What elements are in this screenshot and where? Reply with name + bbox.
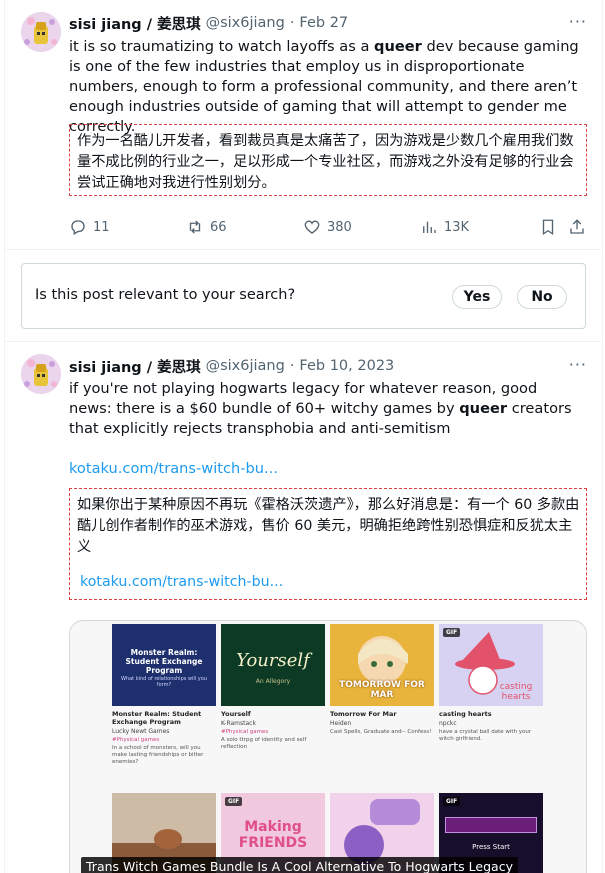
translation-text: 如果你出于某种原因不再玩《霍格沃茨遗产》，那么好消息是：有一个 60 多款由酷儿…: [77, 497, 580, 555]
avatar[interactable]: [21, 354, 61, 394]
bookmark-button[interactable]: [539, 218, 563, 236]
link-preview-card[interactable]: Monster Realm: Student Exchange Program …: [69, 620, 587, 873]
article-link[interactable]: kotaku.com/trans-witch-bu...: [69, 459, 584, 479]
thumb-title: Press Start: [472, 843, 510, 851]
game-description: have a crystal ball date with your witch…: [439, 729, 532, 742]
repost-count: 66: [210, 219, 227, 235]
game-thumbnail: casting hearts GIF: [439, 624, 543, 706]
game-thumbnail: Monster Realm: Student Exchange Program …: [112, 624, 216, 706]
display-name[interactable]: sisi jiang / 姜思琪: [69, 13, 201, 34]
more-options-icon[interactable]: ···: [569, 12, 587, 31]
game-description: Cast Spells, Graduate and-- Confess!: [330, 729, 432, 735]
like-count: 380: [327, 219, 352, 235]
avatar[interactable]: [21, 12, 61, 52]
gif-badge: GIF: [443, 628, 461, 637]
thumb-subtitle: An Allegory: [255, 678, 291, 685]
game-title: Yourself: [221, 710, 251, 718]
avatar-image: [21, 354, 61, 394]
relevance-question: Is this post relevant to your search?: [35, 287, 296, 303]
link-card-caption[interactable]: Trans Witch Games Bundle Is A Cool Alter…: [81, 857, 518, 873]
more-options-icon[interactable]: ···: [569, 355, 587, 374]
highlighted-term: queer: [374, 38, 422, 55]
reply-icon: [71, 220, 85, 235]
thumb-title: TOMORROW FOR MAR: [339, 680, 425, 700]
gif-badge: GIF: [225, 797, 243, 806]
highlighted-term: queer: [459, 400, 508, 417]
game-title: Tomorrow For Mar: [330, 710, 397, 718]
repost-button[interactable]: 66: [186, 218, 227, 236]
translation-text: 作为一名酷儿开发者，看到裁员真是太痛苦了，因为游戏是少数几个雇用我们数量不成比例…: [77, 133, 574, 191]
avatar-image: [21, 12, 61, 52]
game-title: casting hearts: [439, 710, 492, 718]
game-description: In a school of monsters, will you make l…: [112, 745, 204, 765]
translation-link[interactable]: kotaku.com/trans-witch-bu...: [80, 572, 580, 593]
game-studio: K-Ramstack: [221, 720, 256, 727]
game-studio: Lucky Newt Games: [112, 728, 170, 735]
timestamp[interactable]: Feb 10, 2023: [299, 358, 394, 374]
game-tag: #Physical games: [112, 737, 160, 743]
tweet-text: it is so traumatizing to watch layoffs a…: [69, 37, 584, 137]
game-tag: #Physical games: [221, 729, 269, 735]
repost-icon: [189, 220, 201, 234]
share-button[interactable]: [568, 218, 592, 236]
game-description: A solo ttrpg of identity and self reflec…: [221, 737, 307, 750]
tweet-header: sisi jiang / 姜思琪 @six6jiang · Feb 10, 20…: [69, 356, 394, 376]
separator: ·: [289, 358, 295, 374]
translation-box: 作为一名酷儿开发者，看到裁员真是太痛苦了，因为游戏是少数几个雇用我们数量不成比例…: [69, 124, 587, 196]
views-icon: [423, 221, 436, 233]
game-item: casting hearts GIF casting hearts npckc …: [439, 624, 543, 743]
like-button[interactable]: 380: [303, 218, 352, 236]
game-item: Yourself An Allegory Yourself K-Ramstack…: [221, 624, 325, 751]
share-icon: [570, 219, 584, 234]
game-studio: Heiden: [330, 720, 352, 727]
views-button[interactable]: 13K: [420, 218, 469, 236]
divider: [4, 249, 601, 250]
game-studio: npckc: [439, 720, 457, 727]
tweet-header: sisi jiang / 姜思琪 @six6jiang · Feb 27: [69, 13, 348, 33]
game-item: Monster Realm: Student Exchange Program …: [112, 624, 216, 766]
reply-count: 11: [93, 219, 110, 235]
translation-box: 如果你出于某种原因不再玩《霍格沃茨遗产》，那么好消息是：有一个 60 多款由酷儿…: [69, 488, 587, 600]
thumb-title: Monster Realm: Student Exchange Program: [125, 648, 203, 675]
heart-icon: [304, 220, 320, 234]
game-logo: [445, 817, 537, 833]
text-part: it is so traumatizing to watch layoffs a…: [69, 38, 375, 55]
handle[interactable]: @six6jiang: [206, 15, 285, 31]
yes-button[interactable]: Yes: [452, 285, 502, 309]
game-thumbnail: TOMORROW FOR MAR: [330, 624, 434, 706]
handle[interactable]: @six6jiang: [206, 358, 285, 374]
timeline-border-left: [4, 0, 5, 873]
thumb-title: Making FRIENDS: [238, 819, 308, 851]
game-title: Monster Realm: Student Exchange Program: [112, 710, 202, 726]
divider: [4, 341, 601, 342]
gif-badge: GIF: [443, 797, 461, 806]
thumb-title: Yourself: [236, 650, 310, 671]
relevance-prompt: Is this post relevant to your search? Ye…: [21, 263, 586, 329]
timeline-border-right: [602, 0, 603, 873]
separator: ·: [289, 15, 295, 31]
reply-button[interactable]: 11: [69, 218, 110, 236]
display-name[interactable]: sisi jiang / 姜思琪: [69, 356, 201, 377]
view-count: 13K: [444, 219, 470, 235]
timestamp[interactable]: Feb 27: [299, 15, 348, 31]
game-thumbnail: Yourself An Allegory: [221, 624, 325, 706]
bookmark-icon: [542, 219, 554, 236]
tweet-text: if you're not playing hogwarts legacy fo…: [69, 379, 584, 439]
no-button[interactable]: No: [517, 285, 567, 309]
game-item: TOMORROW FOR MAR Tomorrow For Mar Heiden…: [330, 624, 434, 736]
thumb-subtitle: What kind of relationships will you form…: [121, 676, 207, 688]
tweet-actions: 11 66 380 13K: [69, 218, 587, 240]
thumb-title: casting hearts: [499, 682, 533, 702]
